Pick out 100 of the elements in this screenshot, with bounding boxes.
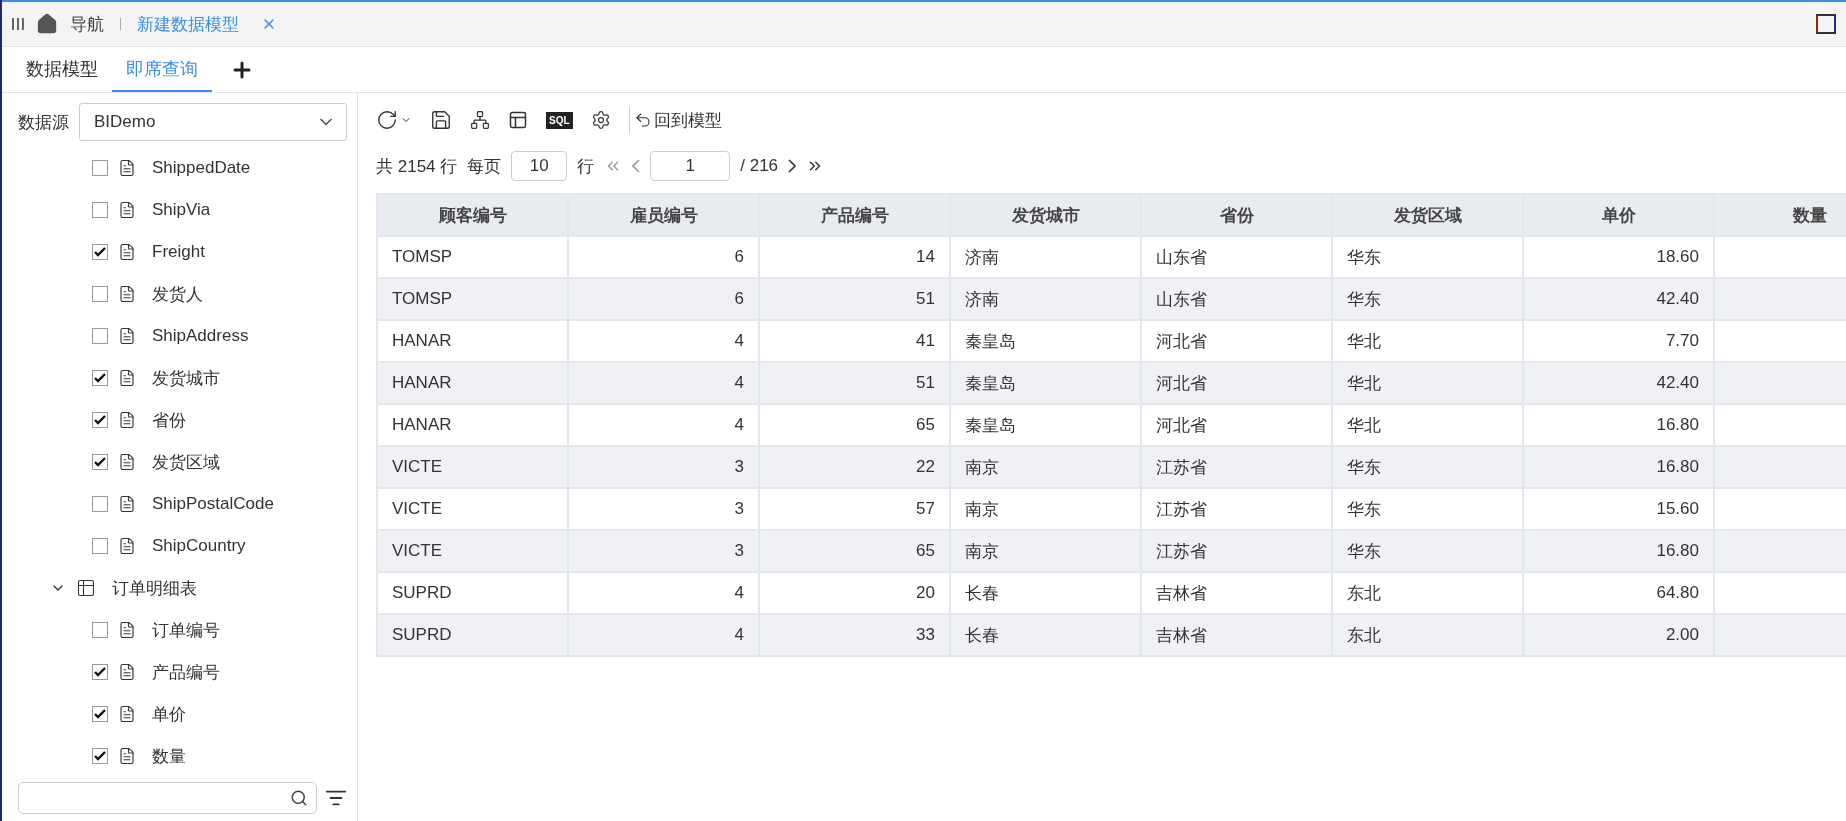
table-cell: HANAR <box>378 405 567 445</box>
table-cell: 42.40 <box>1524 279 1713 319</box>
table-cell: 华东 <box>1333 489 1522 529</box>
checkbox[interactable] <box>92 370 108 386</box>
column-header[interactable]: 产品编号 <box>760 195 949 235</box>
table-cell: 华东 <box>1333 279 1522 319</box>
table-cell: 吉林省 <box>1142 573 1331 613</box>
page-count: / 216 <box>740 156 779 176</box>
column-header[interactable]: 雇员编号 <box>569 195 758 235</box>
field-label[interactable]: ShipAddress <box>152 326 249 346</box>
checkbox[interactable] <box>92 160 108 176</box>
field-icon <box>118 285 136 303</box>
table-cell: 秦皇岛 <box>951 321 1140 361</box>
checkbox[interactable] <box>92 622 108 638</box>
table-label[interactable]: 订单明细表 <box>112 576 197 600</box>
table-cell: 秦皇岛 <box>951 405 1140 445</box>
checkbox[interactable] <box>92 244 108 260</box>
save-icon <box>430 109 452 131</box>
table-cell: 14 <box>760 237 949 277</box>
field-icon <box>118 411 136 429</box>
checkbox[interactable] <box>92 412 108 428</box>
table-cell: 2.00 <box>1524 615 1713 655</box>
table-cell: 6 <box>569 237 758 277</box>
checkbox[interactable] <box>92 496 108 512</box>
return-arrow-icon <box>633 111 652 129</box>
field-icon <box>118 705 136 723</box>
table-cell: 江苏省 <box>1142 489 1331 529</box>
field-label[interactable]: ShipVia <box>152 200 211 220</box>
field-label[interactable]: ShipPostalCode <box>152 494 274 514</box>
checkbox[interactable] <box>92 538 108 554</box>
column-header[interactable]: 省份 <box>1142 195 1331 235</box>
field-icon <box>118 621 136 639</box>
checkbox[interactable] <box>92 748 108 764</box>
table-cell: 秦皇岛 <box>951 363 1140 403</box>
tab[interactable]: 数据模型 <box>12 47 112 92</box>
table-cell: 7.70 <box>1524 321 1713 361</box>
next-page-button[interactable] <box>788 159 797 173</box>
field-label[interactable]: 发货区域 <box>152 450 220 474</box>
table-cell: 4 <box>569 615 758 655</box>
table-cell: 16.80 <box>1524 447 1713 487</box>
table-cell: 65 <box>760 531 949 571</box>
field-label[interactable]: ShippedDate <box>152 158 251 178</box>
field-label[interactable]: 发货人 <box>152 282 203 306</box>
search-field[interactable] <box>18 782 317 814</box>
hierarchy-icon <box>470 110 490 130</box>
table-cell: 吉林省 <box>1142 615 1331 655</box>
checkbox[interactable] <box>92 706 108 722</box>
field-label[interactable]: 数量 <box>152 744 186 768</box>
table-cell: 南京 <box>951 489 1140 529</box>
layout-icon <box>508 110 528 130</box>
save-button[interactable] <box>430 109 452 131</box>
home-label[interactable]: 导航 <box>70 12 104 36</box>
table-cell: 15.60 <box>1524 489 1713 529</box>
checkbox[interactable] <box>92 454 108 470</box>
previous-page-button[interactable] <box>632 159 641 173</box>
checkbox[interactable] <box>92 328 108 344</box>
table-cell: 4 <box>569 321 758 361</box>
settings-icon <box>590 110 611 130</box>
field-label[interactable]: ShipCountry <box>152 536 246 556</box>
field-label[interactable]: 订单编号 <box>152 618 220 642</box>
back-to-model-button[interactable]: 回到模型 <box>633 108 722 132</box>
table-cell: 3 <box>569 489 758 529</box>
table-cell: 51 <box>760 279 949 319</box>
checkbox[interactable] <box>92 664 108 680</box>
checkbox[interactable] <box>92 202 108 218</box>
table-cell: 江苏省 <box>1142 447 1331 487</box>
refresh-button[interactable] <box>376 109 412 131</box>
column-header[interactable]: 发货城市 <box>951 195 1140 235</box>
per-page-input[interactable]: 10 <box>511 151 568 181</box>
table-cell: 济南 <box>951 279 1140 319</box>
sql-button[interactable]: SQL <box>546 111 573 129</box>
tab[interactable]: 即席查询 <box>112 47 212 92</box>
table-cell: 河北省 <box>1142 405 1331 445</box>
field-label[interactable]: 产品编号 <box>152 660 220 684</box>
table-cell: SUPRD <box>378 573 567 613</box>
table-cell: 57 <box>760 489 949 529</box>
column-header[interactable]: 单价 <box>1524 195 1713 235</box>
table-cell: 33 <box>760 615 949 655</box>
table-cell: 4 <box>569 573 758 613</box>
table-cell: 22 <box>760 447 949 487</box>
column-header[interactable]: 顾客编号 <box>378 195 567 235</box>
field-icon <box>118 243 136 261</box>
settings-button[interactable] <box>590 110 611 130</box>
structure-button[interactable] <box>470 110 490 130</box>
checkbox[interactable] <box>92 286 108 302</box>
field-label[interactable]: 单价 <box>152 702 186 726</box>
table-cell: 华东 <box>1333 447 1522 487</box>
field-label[interactable]: Freight <box>152 242 205 262</box>
layout-button[interactable] <box>508 110 528 130</box>
page-input[interactable]: 1 <box>650 151 731 181</box>
column-header[interactable]: 发货区域 <box>1333 195 1522 235</box>
field-label[interactable]: 省份 <box>152 408 186 432</box>
datasource-select[interactable]: BIDemo <box>79 103 347 141</box>
field-label[interactable]: 发货城市 <box>152 366 220 390</box>
table-cell: SUPRD <box>378 615 567 655</box>
table-cell: 华东 <box>1333 237 1522 277</box>
grip-icon[interactable] <box>12 17 24 31</box>
column-header[interactable]: 数量 <box>1715 195 1846 235</box>
maximize-icon[interactable] <box>1816 14 1836 34</box>
home-icon[interactable] <box>36 13 58 35</box>
